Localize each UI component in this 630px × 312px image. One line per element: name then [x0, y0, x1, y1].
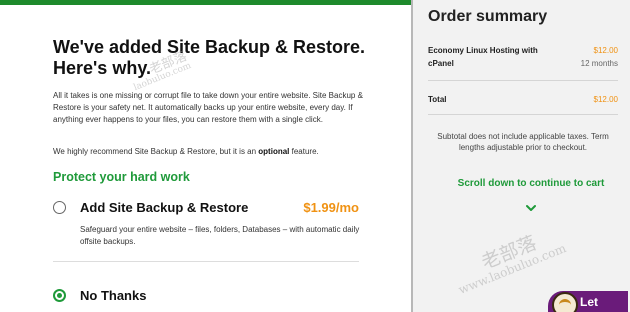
tax-note: Subtotal does not include applicable tax… — [437, 132, 609, 152]
backup-radio-button[interactable] — [53, 200, 66, 214]
option-divider — [53, 261, 359, 262]
order-summary-title: Order summary — [428, 8, 548, 25]
option-add-backup[interactable]: Add Site Backup & Restore $1.99/mo — [53, 196, 359, 218]
mascot-avatar-icon[interactable] — [552, 292, 578, 312]
upsell-description: All it takes is one missing or corrupt f… — [53, 91, 363, 124]
backup-option-description: Safeguard your entire website – files, f… — [80, 225, 360, 246]
section-heading: Protect your hard work — [53, 170, 190, 184]
summary-divider — [428, 114, 618, 115]
order-item-name: Economy Linux Hosting with cPanel — [428, 46, 538, 68]
no-thanks-radio-button[interactable] — [53, 288, 66, 302]
backup-option-price: $1.99/mo — [303, 199, 359, 215]
recommendation-prefix: We highly recommend Site Backup & Restor… — [53, 147, 259, 156]
order-summary-panel: Order summary Economy Linux Hosting with… — [411, 0, 630, 312]
backup-option-label[interactable]: Add Site Backup & Restore — [80, 200, 303, 215]
scroll-down-link[interactable]: Scroll down to continue to cart — [428, 178, 630, 190]
upsell-recommendation: We highly recommend Site Backup & Restor… — [53, 146, 363, 158]
option-no-thanks[interactable]: No Thanks — [53, 284, 359, 306]
no-thanks-option-label[interactable]: No Thanks — [80, 288, 359, 303]
optional-emphasis: optional — [258, 147, 290, 156]
upsell-panel: We've added Site Backup & Restore. Here'… — [0, 0, 411, 312]
summary-divider — [428, 80, 618, 81]
total-label: Total — [428, 95, 447, 104]
chat-badge-text[interactable]: Let — [580, 295, 598, 309]
total-value: $12.00 — [593, 95, 618, 104]
recommendation-suffix: feature. — [289, 147, 319, 156]
order-item-price: $12.00 — [593, 46, 618, 55]
chevron-down-icon[interactable] — [526, 203, 536, 213]
upsell-headline: We've added Site Backup & Restore. Here'… — [53, 37, 366, 78]
top-accent-bar — [0, 0, 411, 5]
order-item-term: 12 months — [580, 59, 618, 68]
